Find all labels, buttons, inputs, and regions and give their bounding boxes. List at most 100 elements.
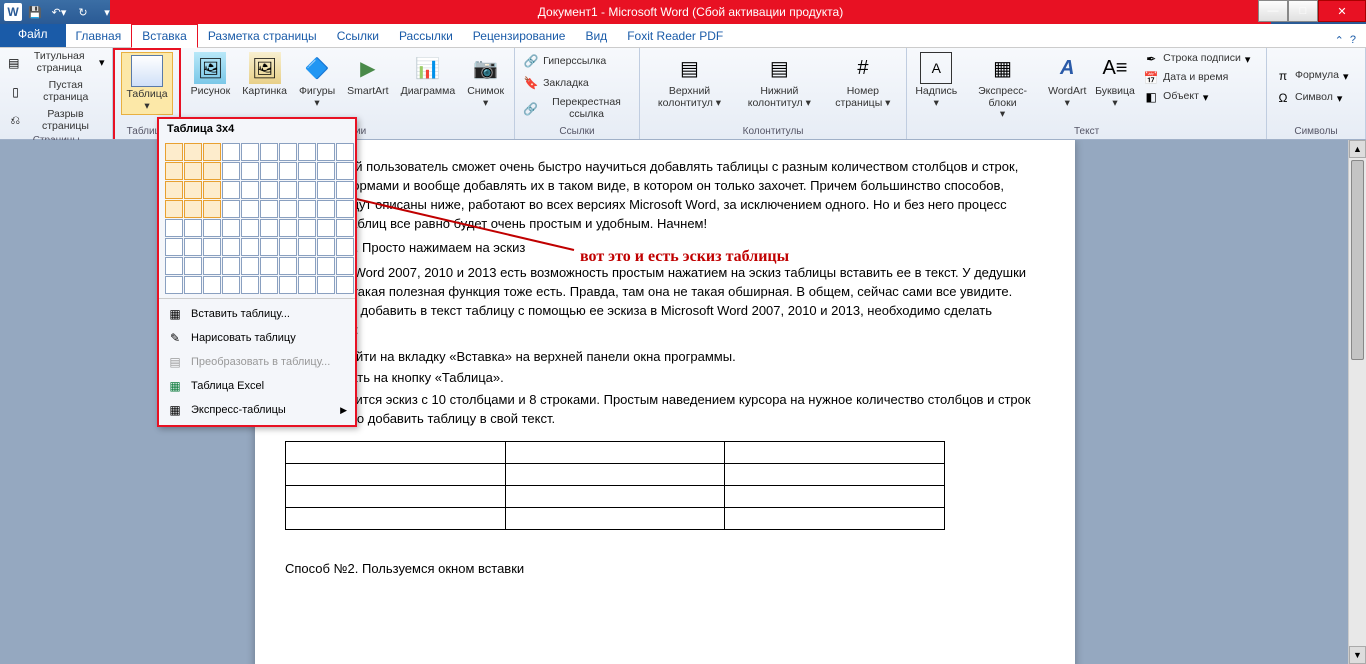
table-grid-cell[interactable] xyxy=(184,257,202,275)
table-grid-cell[interactable] xyxy=(260,238,278,256)
tab-home[interactable]: Главная xyxy=(66,25,132,47)
table-grid-cell[interactable] xyxy=(336,181,354,199)
pagenum-button[interactable]: #Номер страницы ▾ xyxy=(826,50,901,111)
table-grid-cell[interactable] xyxy=(241,276,259,294)
table-grid-cell[interactable] xyxy=(298,257,316,275)
table-grid-cell[interactable] xyxy=(165,238,183,256)
table-grid-cell[interactable] xyxy=(317,162,335,180)
table-grid-cell[interactable] xyxy=(336,276,354,294)
table-grid-cell[interactable] xyxy=(279,276,297,294)
undo-icon[interactable]: ↶▾ xyxy=(48,2,70,22)
screenshot-button[interactable]: 📷Снимок▾ xyxy=(463,50,508,111)
table-grid-cell[interactable] xyxy=(260,200,278,218)
table-grid-cell[interactable] xyxy=(279,219,297,237)
cover-page-button[interactable]: ▤Титульная страница ▾ xyxy=(6,50,106,75)
shapes-button[interactable]: 🔷Фигуры▾ xyxy=(295,50,339,111)
table-grid-cell[interactable] xyxy=(241,219,259,237)
hyperlink-button[interactable]: 🔗Гиперссылка xyxy=(521,52,633,70)
table-grid-cell[interactable] xyxy=(203,143,221,161)
quickparts-button[interactable]: ▦Экспресс-блоки▾ xyxy=(963,50,1041,123)
table-grid-cell[interactable] xyxy=(165,200,183,218)
blank-page-button[interactable]: ▯Пустая страница xyxy=(6,79,106,104)
table-grid[interactable] xyxy=(159,139,355,299)
table-grid-cell[interactable] xyxy=(222,219,240,237)
table-grid-cell[interactable] xyxy=(165,162,183,180)
table-grid-cell[interactable] xyxy=(241,257,259,275)
scroll-down-button[interactable]: ▼ xyxy=(1349,646,1366,664)
table-grid-cell[interactable] xyxy=(279,181,297,199)
signature-button[interactable]: ✒Строка подписи ▾ xyxy=(1141,50,1260,68)
minimize-button[interactable]: — xyxy=(1258,0,1288,22)
word-logo-icon[interactable]: W xyxy=(4,3,22,21)
tab-foxit[interactable]: Foxit Reader PDF xyxy=(617,25,733,47)
table-grid-cell[interactable] xyxy=(222,143,240,161)
table-grid-cell[interactable] xyxy=(203,181,221,199)
table-grid-cell[interactable] xyxy=(241,238,259,256)
table-grid-cell[interactable] xyxy=(184,162,202,180)
table-grid-cell[interactable] xyxy=(279,200,297,218)
table-grid-cell[interactable] xyxy=(298,181,316,199)
table-grid-cell[interactable] xyxy=(260,181,278,199)
dropcap-button[interactable]: A≡Буквица▾ xyxy=(1093,50,1137,111)
table-grid-cell[interactable] xyxy=(317,200,335,218)
table-grid-cell[interactable] xyxy=(260,143,278,161)
table-grid-cell[interactable] xyxy=(165,143,183,161)
tab-insert[interactable]: Вставка xyxy=(131,24,198,48)
table-grid-cell[interactable] xyxy=(184,219,202,237)
table-grid-cell[interactable] xyxy=(222,162,240,180)
table-grid-cell[interactable] xyxy=(184,143,202,161)
table-grid-cell[interactable] xyxy=(336,238,354,256)
table-grid-cell[interactable] xyxy=(279,143,297,161)
table-button[interactable]: Таблица▾ xyxy=(121,52,172,115)
minimize-ribbon-icon[interactable]: ⌃ xyxy=(1335,34,1344,47)
table-grid-cell[interactable] xyxy=(165,276,183,294)
footer-button[interactable]: ▤Нижний колонтитул ▾ xyxy=(737,50,822,111)
table-grid-cell[interactable] xyxy=(317,257,335,275)
table-grid-cell[interactable] xyxy=(317,219,335,237)
scroll-up-button[interactable]: ▲ xyxy=(1349,140,1366,158)
quick-tables-menu[interactable]: ▦Экспресс-таблицы▶ xyxy=(159,398,355,422)
table-grid-cell[interactable] xyxy=(279,238,297,256)
example-table[interactable] xyxy=(285,441,945,530)
table-grid-cell[interactable] xyxy=(298,200,316,218)
table-grid-cell[interactable] xyxy=(279,162,297,180)
document-page[interactable]: начинающий пользователь сможет очень быс… xyxy=(255,140,1075,664)
table-grid-cell[interactable] xyxy=(298,238,316,256)
table-grid-cell[interactable] xyxy=(241,200,259,218)
table-grid-cell[interactable] xyxy=(336,162,354,180)
table-grid-cell[interactable] xyxy=(317,238,335,256)
table-grid-cell[interactable] xyxy=(336,143,354,161)
redo-icon[interactable]: ↻ xyxy=(72,2,94,22)
table-grid-cell[interactable] xyxy=(203,238,221,256)
vertical-scrollbar[interactable]: ▲ ▼ xyxy=(1348,140,1366,664)
table-grid-cell[interactable] xyxy=(165,257,183,275)
crossref-button[interactable]: 🔗Перекрестная ссылка xyxy=(521,96,633,121)
table-grid-cell[interactable] xyxy=(203,200,221,218)
table-grid-cell[interactable] xyxy=(317,181,335,199)
smartart-button[interactable]: ▶SmartArt xyxy=(343,50,392,100)
tab-references[interactable]: Ссылки xyxy=(327,25,389,47)
chart-button[interactable]: 📊Диаграмма xyxy=(397,50,460,100)
bookmark-button[interactable]: 🔖Закладка xyxy=(521,74,633,92)
table-grid-cell[interactable] xyxy=(336,219,354,237)
excel-table-menu[interactable]: ▦Таблица Excel xyxy=(159,374,355,398)
table-grid-cell[interactable] xyxy=(184,181,202,199)
table-grid-cell[interactable] xyxy=(260,257,278,275)
equation-button[interactable]: πФормула ▾ xyxy=(1273,67,1359,85)
help-icon[interactable]: ? xyxy=(1350,34,1356,47)
table-grid-cell[interactable] xyxy=(241,162,259,180)
header-button[interactable]: ▤Верхний колонтитул ▾ xyxy=(646,50,733,111)
table-grid-cell[interactable] xyxy=(203,257,221,275)
table-grid-cell[interactable] xyxy=(317,276,335,294)
table-grid-cell[interactable] xyxy=(203,219,221,237)
table-grid-cell[interactable] xyxy=(298,162,316,180)
wordart-button[interactable]: AWordArt▾ xyxy=(1046,50,1089,111)
table-grid-cell[interactable] xyxy=(222,257,240,275)
scroll-thumb[interactable] xyxy=(1351,160,1364,360)
table-grid-cell[interactable] xyxy=(336,257,354,275)
insert-table-menu[interactable]: ▦Вставить таблицу... xyxy=(159,302,355,326)
table-grid-cell[interactable] xyxy=(203,162,221,180)
table-grid-cell[interactable] xyxy=(317,143,335,161)
table-grid-cell[interactable] xyxy=(298,219,316,237)
table-grid-cell[interactable] xyxy=(241,143,259,161)
